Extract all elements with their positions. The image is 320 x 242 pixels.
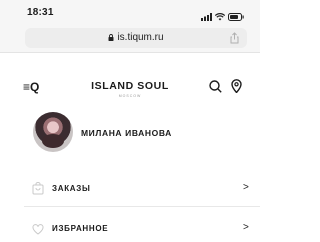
site-header: ≡Q ISLAND SOUL MOSCOW <box>0 72 260 102</box>
url-bar[interactable]: is.tiqum.ru <box>25 28 247 48</box>
wifi-icon <box>214 8 226 26</box>
profile-block[interactable]: МИЛАНА ИВАНОВА <box>0 112 260 160</box>
menu-item-favorites[interactable]: ИЗБРАННОЕ > <box>0 218 260 242</box>
url-text: is.tiqum.ru <box>117 32 164 43</box>
signal-icon <box>201 8 212 26</box>
divider <box>24 206 260 207</box>
system-icons <box>201 8 244 26</box>
share-icon[interactable] <box>230 31 239 49</box>
menu-item-label: ИЗБРАННОЕ <box>52 224 109 233</box>
profile-name: МИЛАНА ИВАНОВА <box>81 128 172 138</box>
chevron-right-icon: > <box>243 222 249 233</box>
lock-icon <box>108 33 114 44</box>
search-icon[interactable] <box>209 80 222 98</box>
heart-icon <box>32 222 44 240</box>
status-time: 18:31 <box>27 7 54 18</box>
location-pin-icon[interactable] <box>231 79 242 98</box>
menu-item-label: ЗАКАЗЫ <box>52 184 91 193</box>
battery-icon <box>228 8 244 26</box>
browser-chrome: is.tiqum.ru <box>0 26 260 53</box>
chevron-right-icon: > <box>243 182 249 193</box>
bag-icon <box>32 182 44 200</box>
avatar[interactable] <box>33 112 73 152</box>
menu-item-orders[interactable]: ЗАКАЗЫ > <box>0 178 260 202</box>
status-bar: 18:31 <box>0 0 260 26</box>
